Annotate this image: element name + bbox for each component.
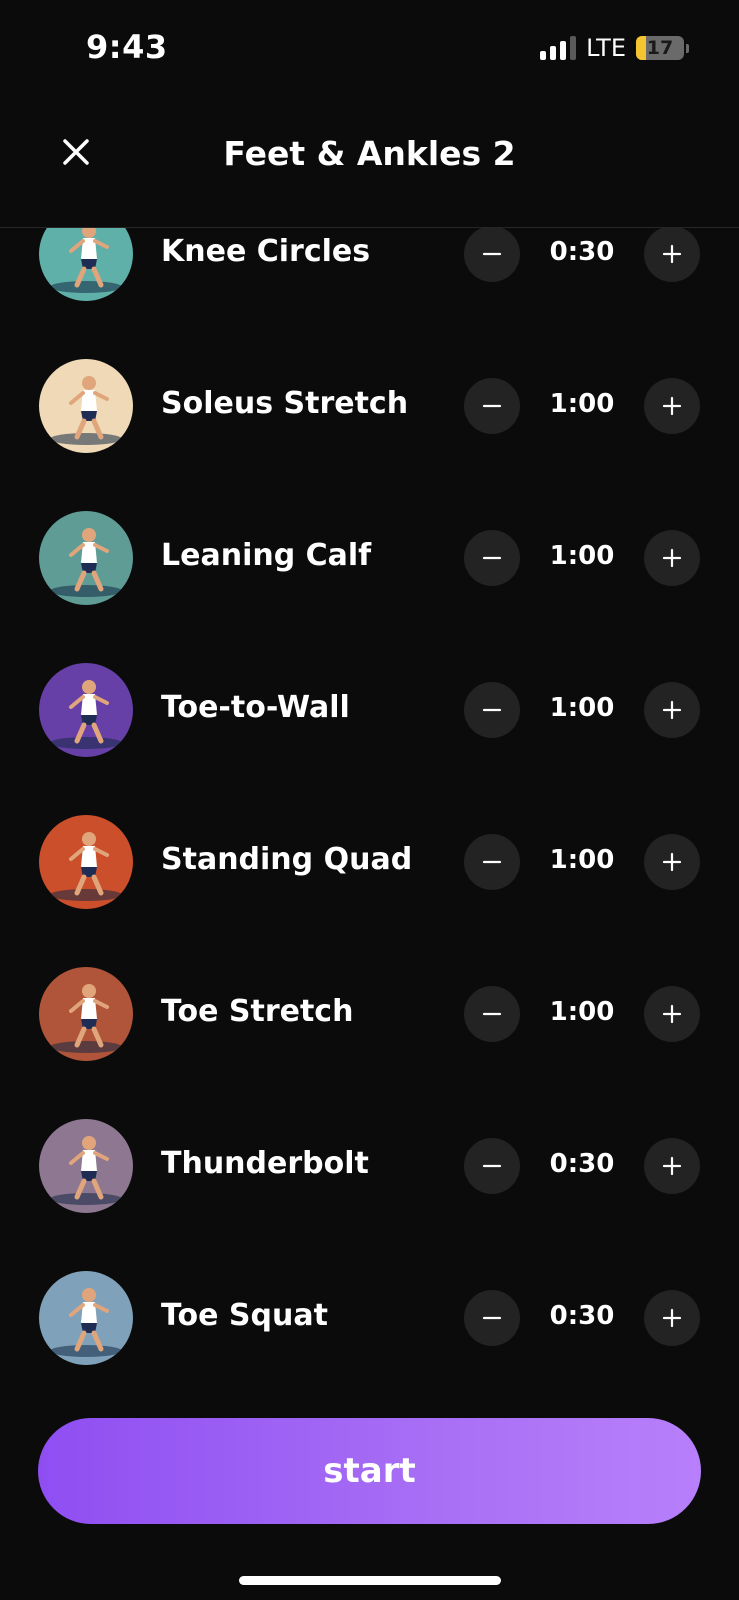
- decrease-duration-button[interactable]: [464, 834, 520, 890]
- exercise-duration: 1:00: [549, 693, 615, 723]
- exercise-thumbnail: [39, 359, 133, 453]
- status-time: 9:43: [86, 28, 168, 66]
- exercise-row[interactable]: Toe-to-Wall 1:00: [0, 660, 739, 760]
- plus-icon: [662, 700, 682, 720]
- decrease-duration-button[interactable]: [464, 378, 520, 434]
- decrease-duration-button[interactable]: [464, 986, 520, 1042]
- plus-icon: [662, 1156, 682, 1176]
- exercise-thumbnail: [39, 228, 133, 301]
- exercise-name: Leaning Calf: [161, 538, 372, 573]
- increase-duration-button[interactable]: [644, 1138, 700, 1194]
- plus-icon: [662, 548, 682, 568]
- exercise-thumbnail: [39, 511, 133, 605]
- exercise-name: Soleus Stretch: [161, 386, 409, 421]
- decrease-duration-button[interactable]: [464, 1290, 520, 1346]
- home-indicator: [239, 1576, 501, 1585]
- exercise-name: Thunderbolt: [161, 1146, 369, 1181]
- plus-icon: [662, 1308, 682, 1328]
- plus-icon: [662, 1004, 682, 1024]
- exercise-list[interactable]: Knee Circles 0:30 Soleus Stretch 1:00 Leanin…: [0, 228, 739, 1388]
- signal-icon: [540, 36, 577, 60]
- plus-icon: [662, 852, 682, 872]
- increase-duration-button[interactable]: [644, 228, 700, 282]
- exercise-name: Toe Squat: [161, 1298, 328, 1333]
- exercise-name: Toe Stretch: [161, 994, 354, 1029]
- decrease-duration-button[interactable]: [464, 228, 520, 282]
- decrease-duration-button[interactable]: [464, 682, 520, 738]
- minus-icon: [482, 1316, 502, 1320]
- exercise-row[interactable]: Thunderbolt 0:30: [0, 1116, 739, 1216]
- status-indicators: LTE 17: [540, 34, 689, 62]
- plus-icon: [662, 396, 682, 416]
- screen: 9:43 LTE 17 Feet & Ankles 2 Knee Circles…: [0, 0, 739, 1600]
- header: Feet & Ankles 2: [0, 100, 739, 228]
- minus-icon: [482, 860, 502, 864]
- exercise-thumbnail: [39, 663, 133, 757]
- exercise-name: Standing Quad: [161, 842, 413, 877]
- increase-duration-button[interactable]: [644, 834, 700, 890]
- plus-icon: [662, 244, 682, 264]
- exercise-row[interactable]: Soleus Stretch 1:00: [0, 356, 739, 456]
- exercise-row[interactable]: Standing Quad 1:00: [0, 812, 739, 912]
- minus-icon: [482, 1012, 502, 1016]
- page-title: Feet & Ankles 2: [223, 134, 516, 173]
- status-bar: 9:43 LTE 17: [0, 0, 739, 100]
- minus-icon: [482, 404, 502, 408]
- minus-icon: [482, 252, 502, 256]
- exercise-duration: 0:30: [549, 1301, 615, 1331]
- exercise-name: Toe-to-Wall: [161, 690, 350, 725]
- exercise-row[interactable]: Toe Squat 0:30: [0, 1268, 739, 1368]
- network-type: LTE: [586, 34, 626, 62]
- exercise-row[interactable]: Toe Stretch 1:00: [0, 964, 739, 1064]
- exercise-thumbnail: [39, 815, 133, 909]
- exercise-duration: 1:00: [549, 845, 615, 875]
- increase-duration-button[interactable]: [644, 1290, 700, 1346]
- battery-level: 17: [646, 37, 674, 59]
- exercise-thumbnail: [39, 1271, 133, 1365]
- exercise-duration: 1:00: [549, 997, 615, 1027]
- exercise-duration: 0:30: [549, 237, 615, 267]
- increase-duration-button[interactable]: [644, 530, 700, 586]
- exercise-thumbnail: [39, 1119, 133, 1213]
- decrease-duration-button[interactable]: [464, 1138, 520, 1194]
- exercise-duration: 0:30: [549, 1149, 615, 1179]
- increase-duration-button[interactable]: [644, 378, 700, 434]
- exercise-duration: 1:00: [549, 541, 615, 571]
- exercise-thumbnail: [39, 967, 133, 1061]
- exercise-duration: 1:00: [549, 389, 615, 419]
- increase-duration-button[interactable]: [644, 682, 700, 738]
- exercise-name: Knee Circles: [161, 234, 371, 269]
- decrease-duration-button[interactable]: [464, 530, 520, 586]
- start-button[interactable]: start: [38, 1418, 701, 1524]
- minus-icon: [482, 556, 502, 560]
- exercise-row[interactable]: Knee Circles 0:30: [0, 228, 739, 304]
- minus-icon: [482, 708, 502, 712]
- increase-duration-button[interactable]: [644, 986, 700, 1042]
- exercise-row[interactable]: Leaning Calf 1:00: [0, 508, 739, 608]
- battery-icon: 17: [636, 36, 684, 60]
- minus-icon: [482, 1164, 502, 1168]
